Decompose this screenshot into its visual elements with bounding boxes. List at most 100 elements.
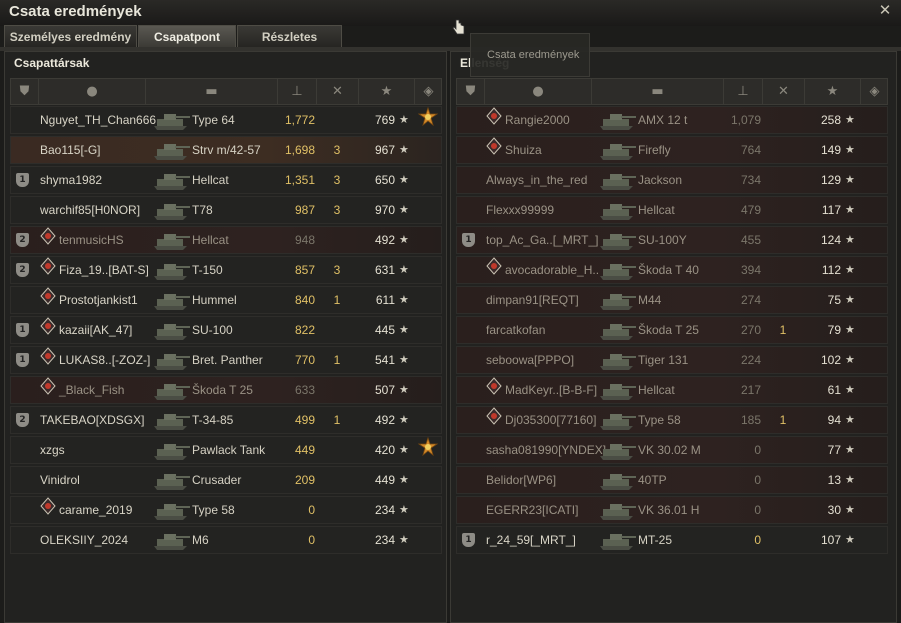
table-row[interactable]: 1 top_Ac_Ga..[_MRT_] SU-100Y 455 124 ★ xyxy=(456,226,888,254)
player-name[interactable]: Dj035300[77160] xyxy=(505,407,596,433)
table-row[interactable]: 1 kazaii[AK_47] SU-100 822 445 ★ xyxy=(10,316,442,344)
xp-star-icon[interactable]: ★ xyxy=(805,79,861,104)
table-row[interactable]: 1 LUKAS8..[-ZOZ-] Bret. Panther 770 1 541 ★ xyxy=(10,346,442,374)
tab-team-score[interactable]: Csapatpont xyxy=(138,25,236,48)
player-name[interactable]: kazaii[AK_47] xyxy=(59,317,132,343)
damage-column-icon[interactable]: ⊥ xyxy=(724,79,763,104)
table-row[interactable]: warchif85[H0NOR] T78 987 3 970 ★ xyxy=(10,196,442,224)
table-row[interactable]: 2 tenmusicHS Hellcat 948 492 ★ xyxy=(10,226,442,254)
table-row[interactable]: Prostotjankist1 Hummel 840 1 611 ★ xyxy=(10,286,442,314)
table-row[interactable]: MadKeyr..[B-B-F] Hellcat 217 61 ★ xyxy=(456,376,888,404)
xp-value: 61 xyxy=(827,383,841,397)
enemies-panel: Ellenség ⛊ ● ▬ ⊥ ✕ ★ ◈ Rangie2000AMX 12 … xyxy=(450,51,897,623)
table-row[interactable]: Flexxx99999 Hellcat 479 117 ★ xyxy=(456,196,888,224)
player-name[interactable]: dimpan91[REQT] xyxy=(486,287,579,313)
player-name[interactable]: carame_2019 xyxy=(59,497,132,523)
table-row[interactable]: 1 r_24_59[_MRT_] MT-25 0 107 ★ xyxy=(456,526,888,554)
damage-value: 1,772 xyxy=(284,113,315,127)
player-name[interactable]: MadKeyr..[B-B-F] xyxy=(505,377,597,403)
tank-name: Hellcat xyxy=(192,173,229,187)
medal-column-icon[interactable]: ◈ xyxy=(415,79,442,104)
player-name[interactable]: EGERR23[ICATI] xyxy=(486,497,578,523)
table-row[interactable]: _Black_Fish Škoda T 25 633 507 ★ xyxy=(10,376,442,404)
close-icon[interactable]: ✕ xyxy=(877,2,893,18)
tank-column-icon[interactable]: ▬ xyxy=(592,79,724,104)
table-row[interactable]: Vinidrol Crusader 209 449 ★ xyxy=(10,466,442,494)
player-name[interactable]: sasha081990[YNDEX] xyxy=(486,437,606,463)
tank-column-icon[interactable]: ▬ xyxy=(146,79,278,104)
table-row[interactable]: Rangie2000 AMX 12 t 1,079 258 ★ xyxy=(456,106,888,134)
medal-icon[interactable] xyxy=(417,106,439,127)
player-name[interactable]: warchif85[H0NOR] xyxy=(40,197,140,223)
medal-icon[interactable] xyxy=(417,436,439,457)
player-name[interactable]: Nguyet_TH_Chan666 xyxy=(40,107,156,133)
badge-column-icon[interactable]: ⛊ xyxy=(457,79,485,104)
player-name[interactable]: Shuiza xyxy=(505,137,542,163)
table-row[interactable]: seboowa[PPPO] Tiger 131 224 102 ★ xyxy=(456,346,888,374)
xp-star-icon: ★ xyxy=(845,444,855,456)
player-name[interactable]: Bao115[-G] xyxy=(40,137,100,163)
damage-column-icon[interactable]: ⊥ xyxy=(278,79,317,104)
table-row[interactable]: Bao115[-G] Strv m/42-57 1,698 3 967 ★ xyxy=(10,136,442,164)
player-name[interactable]: Belidor[WP6] xyxy=(486,467,556,493)
table-row[interactable]: farcatkofan Škoda T 25 270 1 79 ★ xyxy=(456,316,888,344)
player-name[interactable]: seboowa[PPPO] xyxy=(486,347,574,373)
player-column-icon[interactable]: ● xyxy=(39,79,146,104)
tank-name: T78 xyxy=(192,203,213,217)
table-row[interactable]: Dj035300[77160] Type 58 185 1 94 ★ xyxy=(456,406,888,434)
player-name[interactable]: Fiza_19..[BAT-S] xyxy=(59,257,149,283)
player-name[interactable]: farcatkofan xyxy=(486,317,545,343)
kills-value: 1 xyxy=(779,413,787,427)
player-name[interactable]: _Black_Fish xyxy=(59,377,124,403)
player-name[interactable]: shyma1982 xyxy=(40,167,102,193)
player-name[interactable]: Vinidrol xyxy=(40,467,80,493)
table-row[interactable]: EGERR23[ICATI] VK 36.01 H 0 30 ★ xyxy=(456,496,888,524)
table-row[interactable]: 2 Fiza_19..[BAT-S] T-150 857 3 631 ★ xyxy=(10,256,442,284)
tab-detailed-report[interactable]: Részletes jelentés xyxy=(237,25,342,66)
player-name[interactable]: TAKEBAO[XDSGX] xyxy=(40,407,144,433)
player-name[interactable]: tenmusicHS xyxy=(59,227,124,253)
player-name[interactable]: xzgs xyxy=(40,437,65,463)
rank-badge-icon: 1 xyxy=(16,323,29,337)
xp-value: 149 xyxy=(820,143,841,157)
table-row[interactable]: 2 TAKEBAO[XDSGX] T-34-85 499 1 492 ★ xyxy=(10,406,442,434)
window-title: Csata eredmények xyxy=(9,3,142,20)
hand-cursor-icon xyxy=(452,19,465,35)
xp-star-icon: ★ xyxy=(845,294,855,306)
table-row[interactable]: xzgs Pawlack Tank 449 420 ★ xyxy=(10,436,442,464)
table-row[interactable]: Nguyet_TH_Chan666 Type 64 1,772 769 ★ xyxy=(10,106,442,134)
table-row[interactable]: Belidor[WP6] 40TP 0 13 ★ xyxy=(456,466,888,494)
xp-star-icon[interactable]: ★ xyxy=(359,79,415,104)
player-name[interactable]: LUKAS8..[-ZOZ-] xyxy=(59,347,150,373)
player-name[interactable]: Rangie2000 xyxy=(505,107,570,133)
player-name[interactable]: Flexxx99999 xyxy=(486,197,554,223)
kills-column-icon[interactable]: ✕ xyxy=(763,79,805,104)
tab-personal-result[interactable]: Személyes eredmény xyxy=(4,25,137,47)
player-name[interactable]: top_Ac_Ga..[_MRT_] xyxy=(486,227,599,253)
table-row[interactable]: OLEKSIIY_2024 M6 0 234 ★ xyxy=(10,526,442,554)
xp-value: 124 xyxy=(820,233,841,247)
tank-name: 40TP xyxy=(638,473,667,487)
player-name[interactable]: Prostotjankist1 xyxy=(59,287,138,313)
xp-star-icon: ★ xyxy=(399,174,409,186)
table-row[interactable]: Shuiza Firefly 764 149 ★ xyxy=(456,136,888,164)
kills-value: 1 xyxy=(333,353,341,367)
player-name[interactable]: r_24_59[_MRT_] xyxy=(486,527,576,553)
table-row[interactable]: dimpan91[REQT] M44 274 75 ★ xyxy=(456,286,888,314)
tank-name: Type 58 xyxy=(192,503,235,517)
table-row[interactable]: Always_in_the_red Jackson 734 129 ★ xyxy=(456,166,888,194)
clan-emblem-icon xyxy=(485,137,503,155)
player-name[interactable]: OLEKSIIY_2024 xyxy=(40,527,128,553)
table-row[interactable]: 1 shyma1982 Hellcat 1,351 3 650 ★ xyxy=(10,166,442,194)
player-name[interactable]: Always_in_the_red xyxy=(486,167,587,193)
badge-column-icon[interactable]: ⛊ xyxy=(11,79,39,104)
clan-emblem-icon xyxy=(39,377,57,395)
player-name[interactable]: avocadorable_H.. xyxy=(505,257,599,283)
table-row[interactable]: avocadorable_H.. Škoda T 40 394 112 ★ xyxy=(456,256,888,284)
kills-column-icon[interactable]: ✕ xyxy=(317,79,359,104)
player-column-icon[interactable]: ● xyxy=(485,79,592,104)
medal-column-icon[interactable]: ◈ xyxy=(861,79,888,104)
tank-name: Jackson xyxy=(638,173,683,187)
table-row[interactable]: sasha081990[YNDEX] VK 30.02 M 0 77 ★ xyxy=(456,436,888,464)
table-row[interactable]: carame_2019 Type 58 0 234 ★ xyxy=(10,496,442,524)
